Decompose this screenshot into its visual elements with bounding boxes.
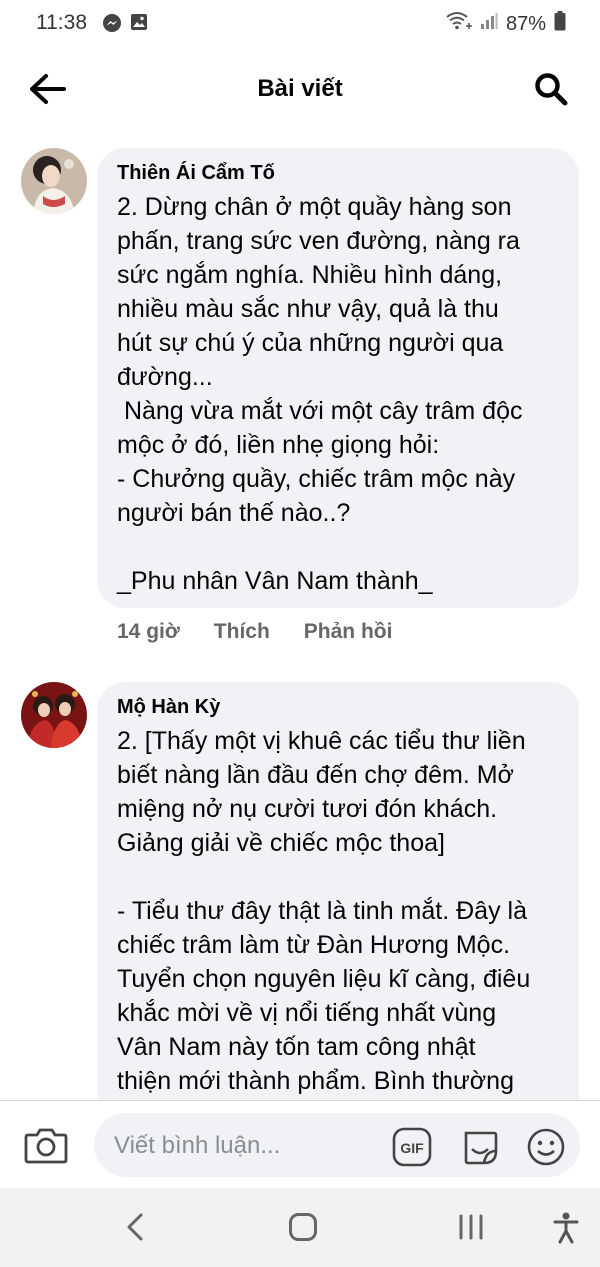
accessibility-icon[interactable] xyxy=(552,1212,580,1249)
camera-button[interactable] xyxy=(24,1125,68,1165)
sticker-icon[interactable] xyxy=(460,1127,500,1167)
comment-line: Tuyển chọn nguyên liệu kĩ càng, điêu xyxy=(117,965,531,993)
home-icon[interactable] xyxy=(288,1212,318,1247)
like-button[interactable]: Thích xyxy=(214,620,270,644)
app-header: Bài viết xyxy=(0,56,600,122)
camera-icon xyxy=(24,1128,68,1164)
status-bar: 11:38 87% xyxy=(0,0,600,46)
gif-icon[interactable]: GIF xyxy=(392,1127,432,1167)
comment-input[interactable]: Viết bình luận... GIF xyxy=(94,1113,580,1177)
comment-line: mộc ở đó, liền nhẹ giọng hỏi: xyxy=(117,431,440,459)
comment-line: khắc mời về vị nổi tiếng nhất vùng xyxy=(117,999,497,1027)
comment-input-placeholder: Viết bình luận... xyxy=(114,1132,281,1159)
status-time: 11:38 xyxy=(36,11,87,34)
comment-line: 2. Dừng chân ở một quầy hàng son xyxy=(117,193,512,221)
comment-line xyxy=(117,860,559,894)
comment-line: Vân Nam này tốn tam công nhật xyxy=(117,1033,476,1061)
comment-author[interactable]: Mộ Hàn Kỳ xyxy=(117,694,559,720)
avatar[interactable] xyxy=(21,148,87,214)
comment-line: nhiều màu sắc như vậy, quả là thu xyxy=(117,295,499,323)
chevron-left-icon[interactable] xyxy=(124,1212,146,1247)
signal-icon xyxy=(480,12,498,36)
reply-button[interactable]: Phản hồi xyxy=(304,620,393,644)
emoji-icon[interactable] xyxy=(526,1127,566,1167)
comment-text: 2. Dừng chân ở một quầy hàng son phấn, t… xyxy=(117,190,559,598)
svg-text:GIF: GIF xyxy=(400,1140,424,1156)
comment-line: người bán thế nào..? xyxy=(117,499,351,527)
comment-line: - Tiểu thư đây thật là tinh mắt. Đây là xyxy=(117,897,527,925)
comment-line: chiếc trâm làm từ Đàn Hương Mộc. xyxy=(117,931,511,959)
search-icon xyxy=(535,73,568,106)
messenger-icon xyxy=(102,13,122,38)
comment-author[interactable]: Thiên Ái Cẩm Tố xyxy=(117,160,559,186)
comment-line: thiện mới thành phẩm. Bình thường xyxy=(117,1067,514,1095)
comment-line: 2. [Thấy một vị khuê các tiểu thư liền xyxy=(117,727,526,755)
recent-apps-icon[interactable] xyxy=(456,1212,486,1247)
system-nav-bar xyxy=(0,1188,600,1267)
comment-actions: 14 giờ Thích Phản hồi xyxy=(117,620,392,644)
comment-line: - Chưởng quầy, chiếc trâm mộc này xyxy=(117,465,516,493)
page-title: Bài viết xyxy=(257,75,343,102)
comment-time[interactable]: 14 giờ xyxy=(117,620,180,644)
comment-line: sức ngắm nghía. Nhiều hình dáng, xyxy=(117,261,503,289)
battery-level: 87% xyxy=(505,12,546,35)
comment-line: Giảng giải về chiếc mộc thoa] xyxy=(117,829,445,857)
comment-line: đường... xyxy=(117,363,213,391)
search-button[interactable] xyxy=(530,68,572,110)
comment-line xyxy=(117,530,559,564)
comment-line: biết nàng lần đầu đến chợ đêm. Mở xyxy=(117,761,514,789)
gallery-icon xyxy=(130,13,148,36)
comment-composer: Viết bình luận... GIF xyxy=(0,1100,600,1188)
comment-line: _Phu nhân Vân Nam thành_ xyxy=(117,567,433,595)
comment-line: hút sự chú ý của những người qua xyxy=(117,329,504,357)
comment-line: phấn, trang sức ven đường, nàng ra xyxy=(117,227,520,255)
comment-line: Nàng vừa mắt với một cây trâm độc xyxy=(117,397,523,425)
comment-line: miệng nở nụ cười tươi đón khách. xyxy=(117,795,498,823)
wifi-icon xyxy=(446,11,472,37)
status-right: 87% xyxy=(446,11,566,37)
comment-text: 2. [Thấy một vị khuê các tiểu thư liền b… xyxy=(117,724,559,1098)
avatar[interactable] xyxy=(21,682,87,748)
battery-icon xyxy=(554,11,566,37)
comment-bubble: Thiên Ái Cẩm Tố 2. Dừng chân ở một quầy … xyxy=(97,148,579,608)
